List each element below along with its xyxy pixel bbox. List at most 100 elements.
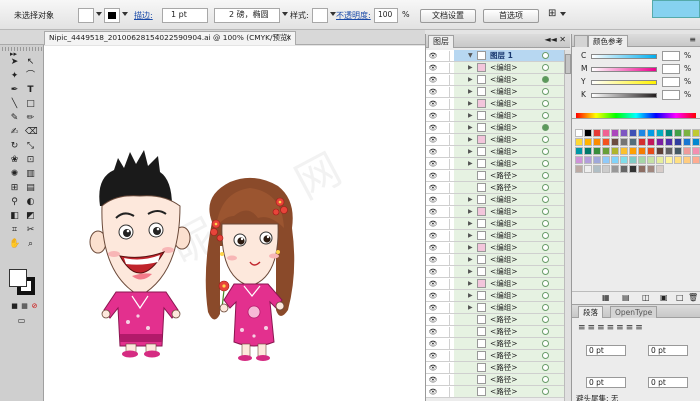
target-circle-icon[interactable]: [542, 100, 549, 107]
swatch[interactable]: [629, 165, 637, 173]
layer-name[interactable]: <编组>: [490, 99, 518, 109]
layer-name[interactable]: <编组>: [490, 195, 518, 205]
sublayer-row[interactable]: 👁 ▶ <编组>: [426, 86, 571, 98]
lock-toggle[interactable]: [440, 99, 450, 109]
layer-name[interactable]: <编组>: [490, 207, 518, 217]
warp-tool-icon[interactable]: ❀: [9, 155, 20, 166]
swatch[interactable]: [674, 129, 682, 137]
swatch[interactable]: [656, 129, 664, 137]
free-transform-icon[interactable]: ⊡: [25, 155, 36, 166]
layer-name[interactable]: <路径>: [490, 183, 518, 193]
fill-color-box[interactable]: [78, 8, 94, 23]
expand-arrow-icon[interactable]: ▶: [468, 280, 473, 287]
fill-swatch[interactable]: [9, 269, 27, 287]
visibility-eye-icon[interactable]: 👁: [428, 64, 438, 72]
swatch[interactable]: [665, 138, 673, 146]
sublayer-row[interactable]: 👁 <路径>: [426, 326, 571, 338]
swatch[interactable]: [638, 138, 646, 146]
sublayer-row[interactable]: 👁 ▶ <编组>: [426, 230, 571, 242]
lock-toggle[interactable]: [440, 75, 450, 85]
target-circle-icon[interactable]: [542, 160, 549, 167]
expand-arrow-icon[interactable]: ▶: [468, 232, 473, 239]
sublayer-row[interactable]: 👁 <路径>: [426, 338, 571, 350]
rotate-tool-icon[interactable]: ↻: [9, 141, 20, 152]
visibility-eye-icon[interactable]: 👁: [428, 340, 438, 348]
sublayer-row[interactable]: 👁 ▶ <编组>: [426, 110, 571, 122]
swatch-library-icon[interactable]: ▦: [602, 293, 610, 302]
lock-toggle[interactable]: [440, 111, 450, 121]
layer-name[interactable]: <编组>: [490, 243, 518, 253]
swatch[interactable]: [692, 129, 700, 137]
swatch-options-icon[interactable]: ◫: [642, 293, 650, 302]
swatch[interactable]: [593, 165, 601, 173]
lock-toggle[interactable]: [440, 195, 450, 205]
lock-toggle[interactable]: [440, 171, 450, 181]
visibility-eye-icon[interactable]: 👁: [428, 208, 438, 216]
sublayer-row[interactable]: 👁 ▶ <编组>: [426, 98, 571, 110]
eyedropper-icon[interactable]: ⚲: [9, 197, 20, 208]
target-circle-icon[interactable]: [542, 124, 549, 131]
target-circle-icon[interactable]: [542, 280, 549, 287]
lock-toggle[interactable]: [440, 363, 450, 373]
swatch[interactable]: [620, 147, 628, 155]
live-paint-select-icon[interactable]: ◩: [25, 211, 36, 222]
swatch[interactable]: [593, 147, 601, 155]
swatch[interactable]: [602, 129, 610, 137]
expand-arrow-icon[interactable]: ▼: [468, 52, 473, 59]
expand-arrow-icon[interactable]: ▶: [468, 100, 473, 107]
layer-name[interactable]: <编组>: [490, 219, 518, 229]
left-indent-field[interactable]: 0 pt: [586, 345, 626, 356]
lock-toggle[interactable]: [440, 147, 450, 157]
color-tab[interactable]: [574, 35, 588, 47]
expand-arrow-icon[interactable]: ▶: [468, 244, 473, 251]
document-tab[interactable]: Nipic_4449518_20100628154022590904.ai @ …: [44, 31, 296, 45]
visibility-eye-icon[interactable]: 👁: [428, 280, 438, 288]
preferences-button[interactable]: 首选项: [483, 9, 539, 23]
target-circle-icon[interactable]: [542, 328, 549, 335]
swatch[interactable]: [647, 147, 655, 155]
expand-arrow-icon[interactable]: ▶: [468, 256, 473, 263]
sublayer-row[interactable]: 👁 <路径>: [426, 374, 571, 386]
layer-name[interactable]: <路径>: [490, 327, 518, 337]
chevron-down-icon[interactable]: [96, 12, 102, 16]
none-mode-icon[interactable]: ⊘: [29, 301, 40, 312]
swatch[interactable]: [638, 147, 646, 155]
target-circle-icon[interactable]: [542, 76, 549, 83]
layer-name[interactable]: <编组>: [490, 231, 518, 241]
sublayer-row[interactable]: 👁 <路径>: [426, 182, 571, 194]
type-tool-icon[interactable]: T: [25, 85, 36, 96]
sublayer-row[interactable]: 👁 ▶ <编组>: [426, 254, 571, 266]
layer-name[interactable]: <路径>: [490, 351, 518, 361]
close-icon[interactable]: ×: [285, 32, 292, 44]
lock-toggle[interactable]: [440, 243, 450, 253]
swatch[interactable]: [692, 156, 700, 164]
channel-slider[interactable]: [591, 80, 657, 85]
visibility-eye-icon[interactable]: 👁: [428, 88, 438, 96]
layer-name[interactable]: <编组>: [490, 279, 518, 289]
chevron-down-icon[interactable]: [560, 12, 566, 16]
expand-arrow-icon[interactable]: ▶: [468, 268, 473, 275]
new-swatch-icon[interactable]: □: [676, 293, 684, 302]
magic-wand-icon[interactable]: ✦: [9, 71, 20, 82]
swatch[interactable]: [575, 138, 583, 146]
target-circle-icon[interactable]: [542, 52, 549, 59]
target-circle-icon[interactable]: [542, 136, 549, 143]
swatch[interactable]: [602, 165, 610, 173]
expand-arrow-icon[interactable]: ▶: [468, 64, 473, 71]
stroke-color-box[interactable]: [104, 8, 120, 23]
panel-menu-icon[interactable]: ≡: [689, 35, 696, 44]
target-circle-icon[interactable]: [542, 64, 549, 71]
visibility-eye-icon[interactable]: 👁: [428, 364, 438, 372]
paintbrush-icon[interactable]: ✎: [9, 113, 20, 124]
swatch[interactable]: [647, 129, 655, 137]
target-circle-icon[interactable]: [542, 184, 549, 191]
gradient-tool-icon[interactable]: ▤: [25, 183, 36, 194]
lock-toggle[interactable]: [440, 135, 450, 145]
expand-arrow-icon[interactable]: ▶: [468, 208, 473, 215]
layer-name[interactable]: 图层 1: [490, 51, 513, 61]
expand-arrow-icon[interactable]: ▶: [468, 124, 473, 131]
layer-name[interactable]: <编组>: [490, 135, 518, 145]
visibility-eye-icon[interactable]: 👁: [428, 148, 438, 156]
lock-toggle[interactable]: [440, 255, 450, 265]
swatch[interactable]: [593, 129, 601, 137]
